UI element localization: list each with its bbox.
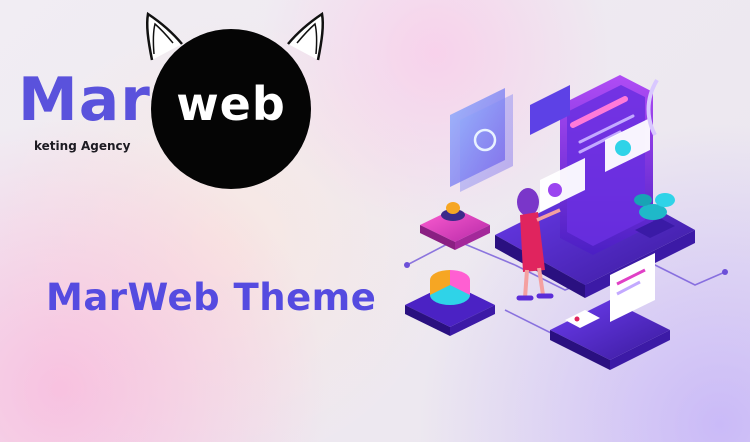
logo-tagline: keting Agency bbox=[34, 139, 131, 153]
pie-platform bbox=[405, 270, 495, 336]
logo-circle: web bbox=[151, 29, 311, 189]
headline: MarWeb Theme bbox=[46, 276, 377, 319]
logo-circle-text: web bbox=[176, 77, 286, 131]
digital-marketing-isometric-illustration bbox=[404, 75, 728, 370]
glass-panel bbox=[450, 88, 513, 192]
logo-prefix-text: Mar bbox=[18, 65, 151, 135]
alarm-platform bbox=[420, 202, 490, 250]
